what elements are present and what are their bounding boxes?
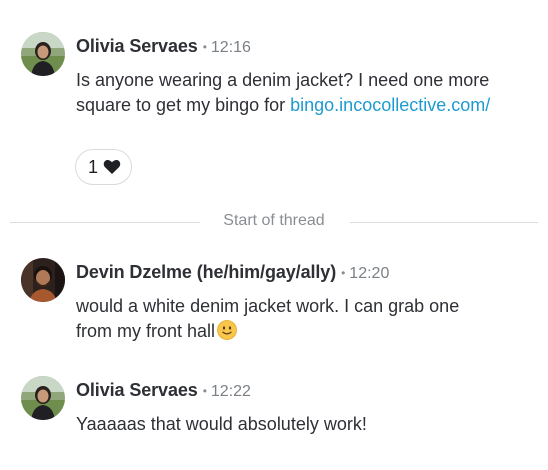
avatar-olivia[interactable] xyxy=(21,32,65,76)
message-text-line-2: from my front hall xyxy=(76,319,536,344)
thread-divider-label: Start of thread xyxy=(223,212,325,229)
message-text-content: from my front hall xyxy=(76,321,216,341)
slightly-smiling-face-emoji xyxy=(217,320,237,340)
author-name[interactable]: Olivia Servaes xyxy=(76,380,198,400)
thread-divider: Start of thread xyxy=(10,212,538,229)
message-header: Olivia Servaes • 12:22 xyxy=(76,380,251,401)
message-text-line: would a white denim jacket work. I can g… xyxy=(76,296,460,316)
avatar-image xyxy=(21,376,65,420)
heart-icon xyxy=(103,159,121,174)
avatar-olivia[interactable] xyxy=(21,376,65,420)
reaction-count: 1 xyxy=(88,156,99,177)
avatar-image xyxy=(21,32,65,76)
message-text-content: Yaaaaas that would absolutely work! xyxy=(76,414,367,434)
message-text: would a white denim jacket work. I can g… xyxy=(76,294,536,344)
message-text: Yaaaaas that would absolutely work! xyxy=(76,412,536,437)
timestamp[interactable]: 12:20 xyxy=(349,265,389,282)
message-header: Devin Dzelme (he/him/gay/ally) • 12:20 xyxy=(76,262,389,283)
separator: • xyxy=(202,40,207,54)
timestamp[interactable]: 12:16 xyxy=(211,39,251,56)
message-link[interactable]: bingo.incocollective.com/ xyxy=(290,95,490,115)
message-text: Is anyone wearing a denim jacket? I need… xyxy=(76,68,496,118)
author-name[interactable]: Devin Dzelme (he/him/gay/ally) xyxy=(76,262,336,282)
timestamp[interactable]: 12:22 xyxy=(211,383,251,400)
avatar-image xyxy=(21,258,65,302)
author-name[interactable]: Olivia Servaes xyxy=(76,36,198,56)
message-header: Olivia Servaes • 12:16 xyxy=(76,36,251,57)
avatar-devin[interactable] xyxy=(21,258,65,302)
separator: • xyxy=(202,384,207,398)
reaction-heart[interactable]: 1 xyxy=(75,149,133,185)
separator: • xyxy=(341,266,346,280)
